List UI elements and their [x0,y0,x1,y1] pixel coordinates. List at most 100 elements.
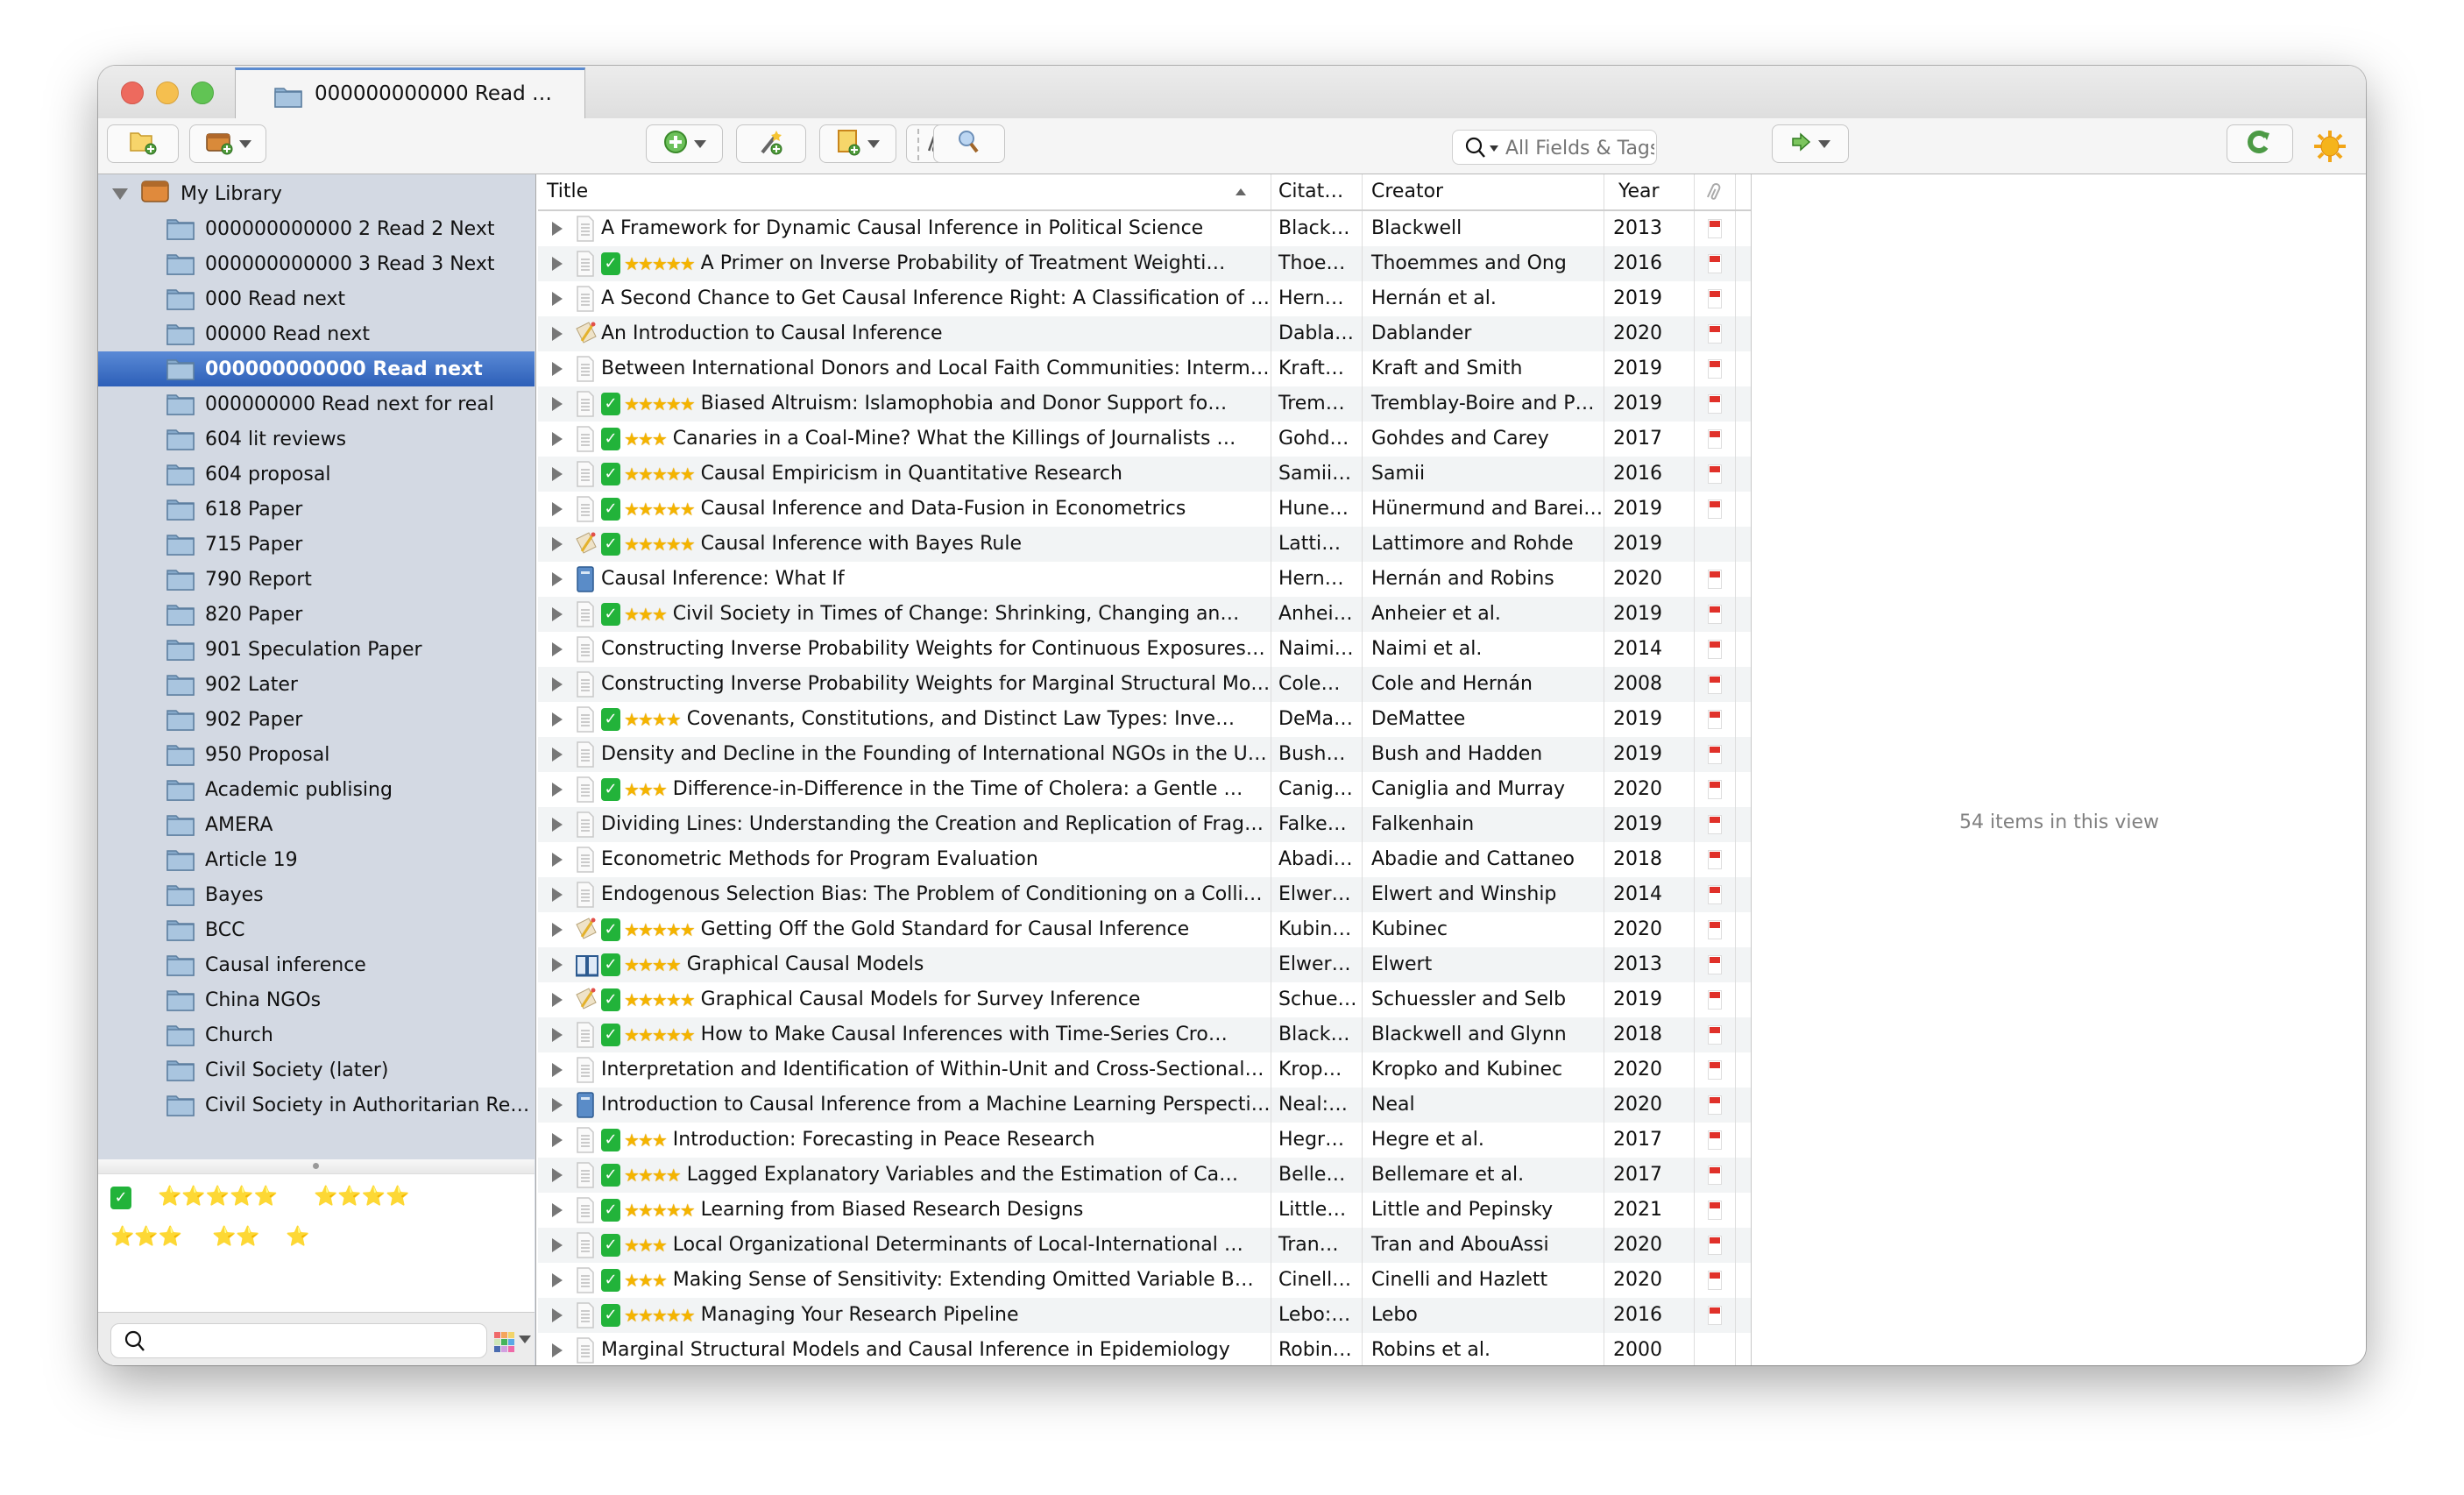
pdf-icon[interactable] [1708,885,1722,904]
expand-row-icon[interactable] [552,432,563,446]
zoom-window-button[interactable] [191,81,214,104]
pdf-icon[interactable] [1708,359,1722,379]
table-row[interactable]: Dividing Lines: Understanding the Creati… [538,807,1751,842]
expand-row-icon[interactable] [552,257,563,271]
close-window-button[interactable] [121,81,144,104]
tag-1-star[interactable]: ⭐ [286,1226,309,1248]
pdf-icon[interactable] [1708,1201,1722,1220]
table-row[interactable]: Marginal Structural Models and Causal In… [538,1333,1751,1365]
pdf-icon[interactable] [1708,254,1722,273]
table-row[interactable]: Introduction to Causal Inference from a … [538,1088,1751,1123]
column-header-year[interactable]: Year [1604,174,1695,209]
table-row[interactable]: ✓ ★★★ Canaries in a Coal-Mine? What the Ki… [538,422,1751,457]
table-row[interactable]: ✓ ★★★★★ A Primer on Inverse Probability of… [538,246,1751,281]
collection-item[interactable]: 950 Proposal [98,737,535,772]
expand-row-icon[interactable] [552,1203,563,1217]
sync-button[interactable] [2227,124,2293,163]
tag-2-stars[interactable]: ⭐⭐ [212,1226,260,1248]
splitter-handle[interactable] [313,1163,319,1169]
expand-row-icon[interactable] [552,1063,563,1077]
table-row[interactable]: ✓ ★★★★★ Getting Off the Gold Standard for … [538,912,1751,947]
expand-row-icon[interactable] [552,923,563,937]
expand-row-icon[interactable] [552,467,563,481]
table-row[interactable]: ✓ ★★★ Making Sense of Sensitivity: Extendi… [538,1263,1751,1298]
collection-item[interactable]: AMERA [98,807,535,842]
pdf-icon[interactable] [1708,675,1722,694]
pdf-icon[interactable] [1708,1271,1722,1290]
table-row[interactable]: ✓ ★★★★ Graphical Causal Models Elwer… Elwert… [538,947,1751,982]
expand-row-icon[interactable] [552,537,563,551]
new-library-button[interactable] [189,124,266,163]
collection-item[interactable]: 902 Later [98,667,535,702]
search-mode-dropdown-icon[interactable] [1490,145,1498,152]
column-header-title[interactable]: Title [538,174,1271,209]
collection-item[interactable]: 715 Paper [98,527,535,562]
expand-row-icon[interactable] [552,572,563,586]
collection-item[interactable]: Civil Society in Authoritarian Re… [98,1088,535,1123]
search-input[interactable] [1504,134,1656,162]
collection-item[interactable]: 820 Paper [98,597,535,632]
collection-item[interactable]: 901 Speculation Paper [98,632,535,667]
expand-row-icon[interactable] [552,1273,563,1287]
disclosure-triangle-icon[interactable] [112,188,128,200]
expand-row-icon[interactable] [552,712,563,726]
advanced-search-button[interactable] [933,124,1005,163]
table-row[interactable]: ✓ ★★★★ Lagged Explanatory Variables and th… [538,1158,1751,1193]
table-row[interactable]: ✓ ★★★ Local Organizational Determinants of… [538,1228,1751,1263]
search-field[interactable] [1452,130,1657,165]
collection-item[interactable]: 000000000000 Read next [98,351,535,386]
table-row[interactable]: A Second Chance to Get Causal Inference … [538,281,1751,316]
table-row[interactable]: Causal Inference: What If Hern… Hernán and… [538,562,1751,597]
pdf-icon[interactable] [1708,1095,1722,1115]
expand-row-icon[interactable] [552,1238,563,1252]
expand-row-icon[interactable] [552,1098,563,1112]
new-note-button[interactable] [819,124,896,163]
expand-row-icon[interactable] [552,397,563,411]
table-row[interactable]: Endogenous Selection Bias: The Problem o… [538,877,1751,912]
collection-item[interactable]: 00000 Read next [98,316,535,351]
expand-row-icon[interactable] [552,607,563,621]
tag-colors-icon[interactable] [494,1332,514,1352]
pdf-icon[interactable] [1708,289,1722,308]
pdf-icon[interactable] [1708,1166,1722,1185]
pdf-icon[interactable] [1708,850,1722,869]
pdf-icon[interactable] [1708,1025,1722,1045]
add-by-identifier-button[interactable] [736,124,806,163]
minimize-window-button[interactable] [156,81,179,104]
table-row[interactable]: ✓ ★★★★★ Causal Inference with Bayes Rule La… [538,527,1751,562]
pdf-icon[interactable] [1708,745,1722,764]
collection-item[interactable]: 790 Report [98,562,535,597]
table-row[interactable]: ✓ ★★★★ Covenants, Constitutions, and Disti… [538,702,1751,737]
collection-item[interactable]: 000 Read next [98,281,535,316]
pdf-icon[interactable] [1708,500,1722,519]
pdf-icon[interactable] [1708,394,1722,414]
expand-row-icon[interactable] [552,1133,563,1147]
collection-item[interactable]: 000000000000 3 Read 3 Next [98,246,535,281]
pdf-icon[interactable] [1708,1060,1722,1080]
expand-row-icon[interactable] [552,1308,563,1322]
expand-row-icon[interactable] [552,888,563,902]
collection-item[interactable]: 618 Paper [98,492,535,527]
table-row[interactable]: Constructing Inverse Probability Weights… [538,667,1751,702]
table-row[interactable]: ✓ ★★★ Civil Society in Times of Change: Sh… [538,597,1751,632]
pdf-icon[interactable] [1708,1130,1722,1150]
table-row[interactable]: ✓ ★★★★★ Graphical Causal Models for Survey… [538,982,1751,1017]
table-row[interactable]: ✓ ★★★★★ Biased Altruism: Islamophobia and … [538,386,1751,422]
collection-item[interactable]: 902 Paper [98,702,535,737]
table-row[interactable]: Econometric Methods for Program Evaluati… [538,842,1751,877]
pdf-icon[interactable] [1708,1236,1722,1255]
expand-row-icon[interactable] [552,853,563,867]
table-row[interactable]: ✓ ★★★★★ Causal Inference and Data-Fusion i… [538,492,1751,527]
expand-row-icon[interactable] [552,642,563,656]
tag-pane-splitter[interactable] [98,1159,535,1174]
tag-4-stars[interactable]: ⭐⭐⭐⭐ [314,1186,410,1208]
collection-item[interactable]: Church [98,1017,535,1052]
expand-row-icon[interactable] [552,1168,563,1182]
pdf-icon[interactable] [1708,605,1722,624]
expand-row-icon[interactable] [552,993,563,1007]
sun-icon[interactable] [2312,129,2347,167]
tag-5-stars[interactable]: ⭐⭐⭐⭐⭐ [158,1186,278,1208]
pdf-icon[interactable] [1708,324,1722,344]
collection-item[interactable]: China NGOs [98,982,535,1017]
expand-row-icon[interactable] [552,748,563,762]
